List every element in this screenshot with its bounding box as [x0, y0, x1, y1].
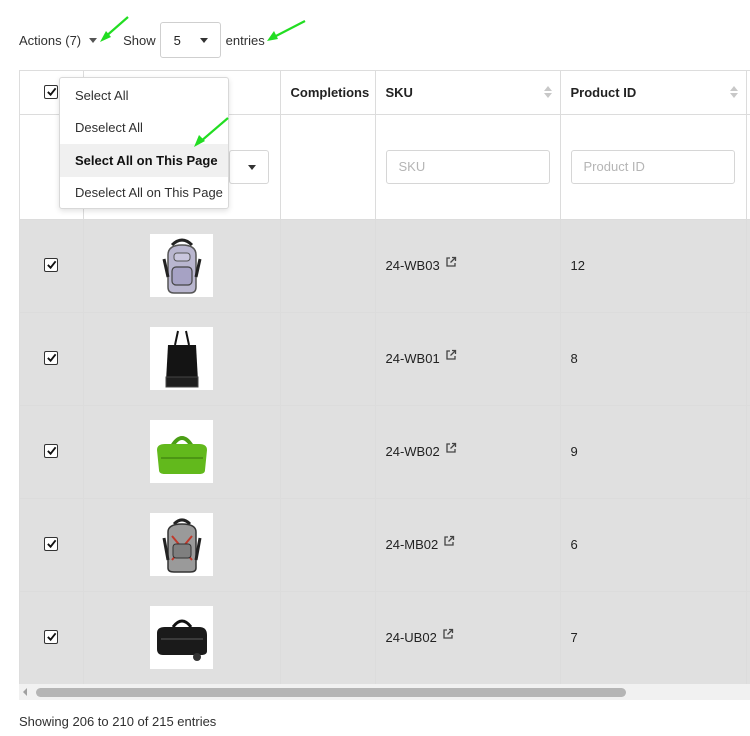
product-id-cell: 7	[560, 591, 747, 685]
page-size-value: 5	[173, 32, 181, 48]
scrollbar-thumb[interactable]	[36, 688, 626, 697]
completions-cell	[280, 312, 376, 406]
table-row[interactable]: 24-MB02 6	[20, 498, 750, 592]
actions-dropdown-toggle[interactable]: Actions (7)	[19, 32, 98, 48]
header-product-id[interactable]: Product ID	[560, 71, 747, 115]
sku-cell: 24-WB01	[375, 312, 561, 406]
row-select-cell	[20, 219, 84, 313]
product-id-filter-input[interactable]	[570, 149, 735, 184]
sku-value: 24-WB03	[385, 258, 440, 273]
completions-cell	[280, 405, 376, 499]
row-select-cell	[20, 498, 84, 592]
row-select-cell	[20, 405, 84, 499]
actions-menu: Select All Deselect All Select All on Th…	[59, 77, 229, 209]
table-row[interactable]: 24-WB02 9	[20, 405, 750, 499]
show-label: Show	[123, 32, 156, 48]
menu-item-deselect-all-on-page[interactable]: Deselect All on This Page	[60, 177, 228, 210]
header-sku-label: SKU	[385, 84, 413, 100]
sku-filter-input[interactable]	[385, 149, 550, 184]
menu-item-deselect-all[interactable]: Deselect All	[60, 112, 228, 145]
header-product-id-label: Product ID	[570, 84, 637, 100]
header-checkbox[interactable]	[44, 84, 59, 99]
sku-cell: 24-UB02	[375, 591, 561, 685]
sku-value: 24-UB02	[385, 630, 437, 645]
completions-cell	[280, 219, 376, 313]
product-id-cell: 8	[560, 312, 747, 406]
actions-label: Actions (7)	[19, 32, 82, 48]
black-rolling-duffel-image	[150, 606, 213, 669]
sku-value: 24-WB02	[385, 444, 440, 459]
external-link-icon[interactable]	[445, 349, 457, 361]
header-sku[interactable]: SKU	[375, 71, 561, 115]
sku-cell: 24-WB03	[375, 219, 561, 313]
extra-cell	[746, 405, 750, 499]
menu-item-select-all[interactable]: Select All	[60, 79, 228, 112]
purple-backpack-image	[150, 234, 213, 297]
product-id-cell: 6	[560, 498, 747, 592]
table-row[interactable]: 24-WB01 8	[20, 312, 750, 406]
thumbnail-filter-select[interactable]	[228, 149, 269, 184]
annotation-arrow-icon	[267, 20, 306, 41]
black-tote-bag-image	[150, 327, 213, 390]
chevron-down-icon	[199, 38, 208, 43]
table-row[interactable]: 24-UB02 7	[20, 591, 750, 685]
row-checkbox[interactable]	[44, 350, 59, 365]
filter-cell-sku	[375, 114, 561, 220]
external-link-icon[interactable]	[445, 256, 457, 268]
menu-item-select-all-on-page[interactable]: Select All on This Page	[60, 144, 228, 177]
row-checkbox[interactable]	[44, 443, 59, 458]
completions-cell	[280, 591, 376, 685]
sort-icon	[729, 86, 738, 98]
sku-value: 24-WB01	[385, 351, 440, 366]
thumbnail-cell	[83, 312, 281, 406]
external-link-icon[interactable]	[445, 442, 457, 454]
table-row[interactable]: 24-WB03 12	[20, 219, 750, 313]
external-link-icon[interactable]	[443, 535, 455, 547]
header-completions[interactable]: Completions	[280, 71, 376, 115]
extra-cell	[746, 498, 750, 592]
filter-cell-extra	[746, 114, 750, 220]
sku-value: 24-MB02	[385, 537, 439, 552]
gray-red-backpack-image	[150, 513, 213, 576]
chevron-down-icon	[89, 37, 98, 43]
chevron-down-icon	[247, 164, 256, 170]
product-id-cell: 9	[560, 405, 747, 499]
page-size-select[interactable]: 5	[159, 22, 221, 58]
horizontal-scrollbar[interactable]	[19, 684, 750, 700]
row-checkbox[interactable]	[44, 536, 59, 551]
extra-cell	[746, 312, 750, 406]
pagination-info: Showing 206 to 210 of 215 entries	[19, 714, 217, 729]
row-checkbox[interactable]	[44, 629, 59, 644]
thumbnail-cell	[83, 405, 281, 499]
green-duffel-bag-image	[150, 420, 213, 483]
grid-toolbar: Actions (7) Show 5 entries	[19, 22, 265, 58]
completions-cell	[280, 498, 376, 592]
row-select-cell	[20, 312, 84, 406]
sku-cell: 24-WB02	[375, 405, 561, 499]
product-id-cell: 12	[560, 219, 747, 313]
sort-icon	[543, 86, 552, 98]
row-checkbox[interactable]	[44, 257, 59, 272]
extra-cell	[746, 591, 750, 685]
filter-cell-completions	[280, 114, 376, 220]
sku-cell: 24-MB02	[375, 498, 561, 592]
thumbnail-cell	[83, 219, 281, 313]
filter-cell-product-id	[560, 114, 747, 220]
row-select-cell	[20, 591, 84, 685]
scroll-left-icon[interactable]	[23, 688, 27, 696]
external-link-icon[interactable]	[442, 628, 454, 640]
entries-label: entries	[225, 32, 265, 48]
extra-cell	[746, 219, 750, 313]
header-extra	[746, 71, 750, 115]
thumbnail-cell	[83, 591, 281, 685]
thumbnail-cell	[83, 498, 281, 592]
